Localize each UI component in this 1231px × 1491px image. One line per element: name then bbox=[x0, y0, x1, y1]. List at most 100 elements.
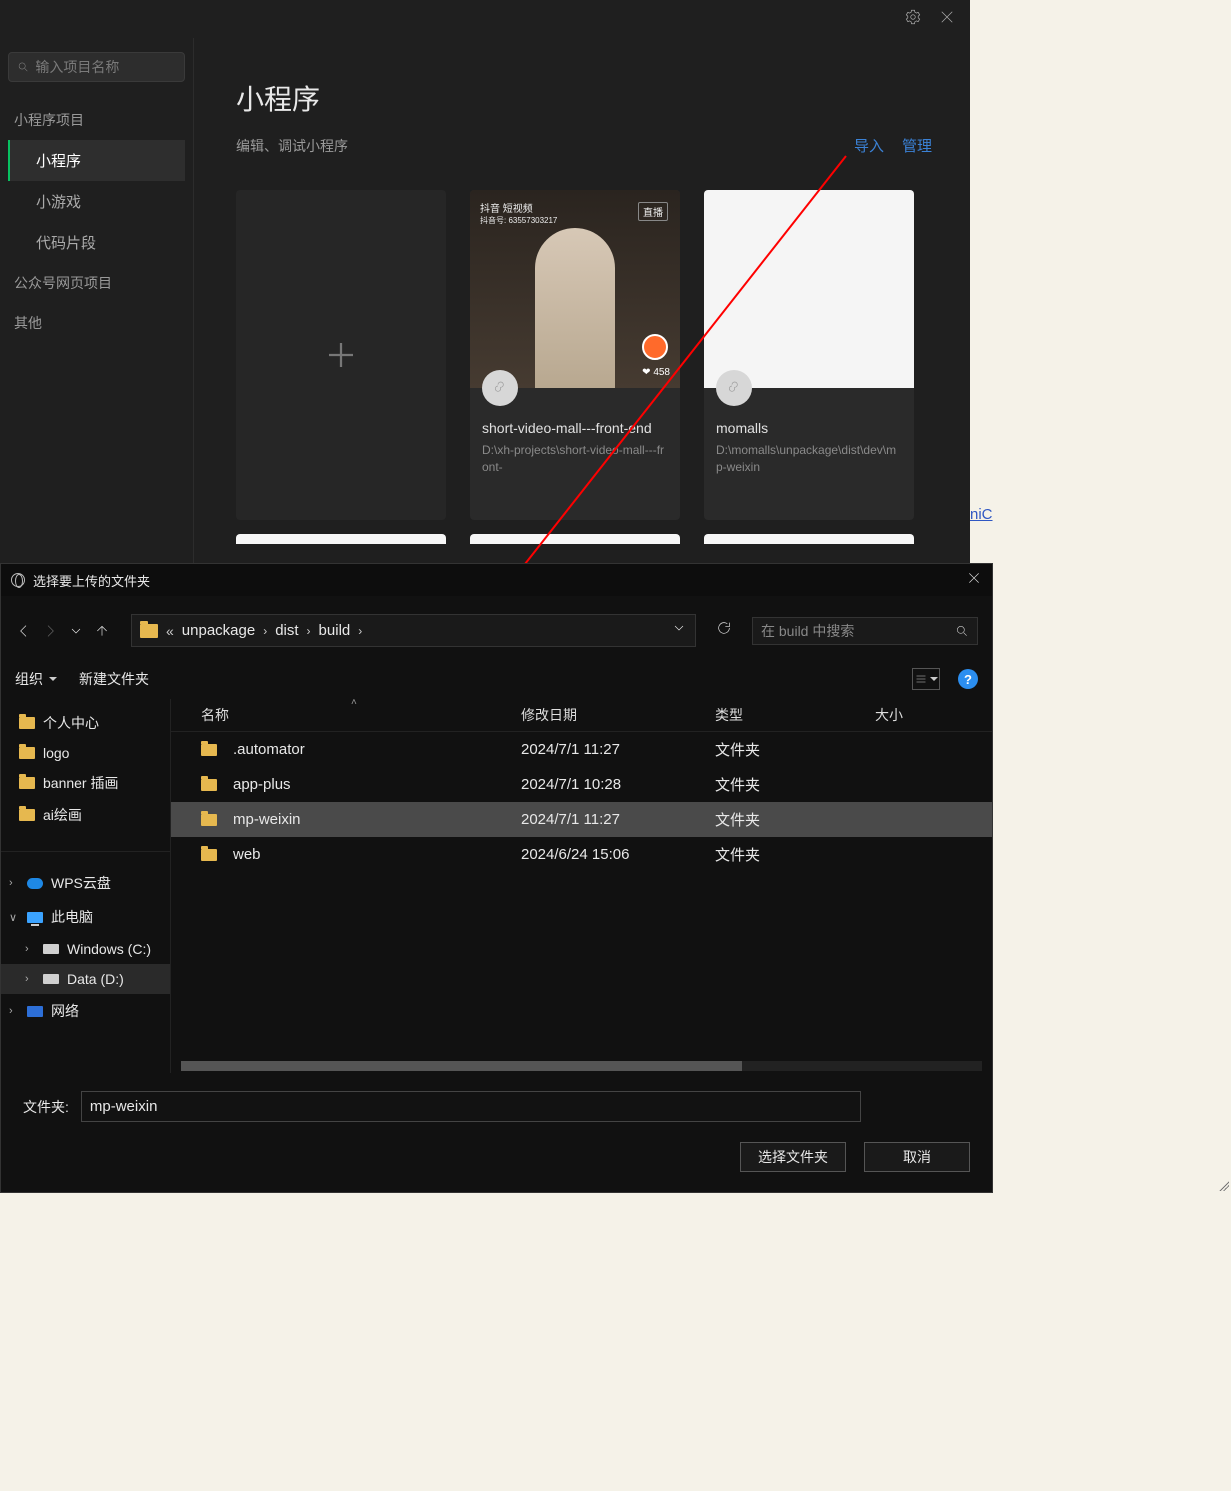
project-search[interactable] bbox=[8, 52, 185, 82]
quick-access-list: 个人中心 logo banner 插画 ai绘画 bbox=[1, 699, 170, 851]
drive-item-thispc[interactable]: ∨此电脑 bbox=[1, 900, 170, 934]
main-title: 小程序 bbox=[236, 78, 348, 118]
dialog-toolbar: 组织 新建文件夹 ? bbox=[1, 663, 992, 699]
project-name: momalls bbox=[716, 420, 902, 436]
col-header-name[interactable]: 名称 bbox=[171, 705, 521, 725]
col-header-date[interactable]: 修改日期 bbox=[521, 705, 715, 725]
select-folder-button[interactable]: 选择文件夹 bbox=[740, 1142, 846, 1172]
main-panel: 小程序 编辑、调试小程序 导入 管理 抖音 短视频 抖音号: 63557303 bbox=[194, 38, 970, 563]
person-figure bbox=[535, 228, 615, 388]
miniapp-avatar-icon bbox=[482, 370, 518, 406]
drives-list: ›WPS云盘 ∨此电脑 ›Windows (C:) ›Data (D:) ›网络 bbox=[1, 851, 170, 1028]
folder-icon bbox=[201, 744, 217, 756]
project-card-short-video[interactable]: 抖音 短视频 抖音号: 63557303217 直播 ❤ 458 short-v… bbox=[470, 190, 680, 520]
main-subtitle: 编辑、调试小程序 bbox=[236, 136, 348, 156]
cloud-icon bbox=[27, 878, 43, 889]
partial-link-text[interactable]: niC bbox=[970, 506, 993, 523]
refresh-icon[interactable] bbox=[704, 615, 744, 646]
breadcrumb-overflow-icon[interactable]: « bbox=[166, 623, 174, 639]
cancel-button[interactable]: 取消 bbox=[864, 1142, 970, 1172]
link-import[interactable]: 导入 bbox=[854, 135, 884, 156]
nav-up-icon[interactable] bbox=[93, 623, 111, 639]
folder-icon bbox=[201, 779, 217, 791]
quick-item[interactable]: banner 插画 bbox=[19, 767, 170, 799]
douyin-brand: 抖音 短视频 bbox=[480, 204, 533, 215]
nav-item-minigame[interactable]: 小游戏 bbox=[8, 181, 185, 222]
quick-item[interactable]: logo bbox=[19, 739, 170, 767]
network-icon bbox=[27, 1006, 43, 1017]
breadcrumb-bar[interactable]: « unpackage › dist › build › bbox=[131, 614, 696, 647]
folder-icon bbox=[201, 814, 217, 826]
resize-grip-icon[interactable] bbox=[1217, 1179, 1229, 1191]
close-icon[interactable] bbox=[938, 8, 956, 31]
scrollbar-thumb[interactable] bbox=[181, 1061, 742, 1071]
project-search-input[interactable] bbox=[35, 59, 176, 75]
live-badge: 直播 bbox=[638, 202, 668, 221]
nav-item-miniapp[interactable]: 小程序 bbox=[8, 140, 185, 181]
add-project-card[interactable] bbox=[236, 190, 446, 520]
col-header-type[interactable]: 类型 bbox=[715, 705, 875, 725]
link-manage[interactable]: 管理 bbox=[902, 135, 932, 156]
disk-icon bbox=[43, 944, 59, 954]
breadcrumb-item[interactable]: build bbox=[319, 622, 351, 639]
nav-item-snippet[interactable]: 代码片段 bbox=[8, 222, 185, 263]
folder-name-input[interactable] bbox=[81, 1091, 861, 1122]
chevron-right-icon: › bbox=[263, 624, 267, 638]
folder-icon bbox=[19, 777, 35, 789]
file-row-selected[interactable]: mp-weixin 2024/7/1 11:27 文件夹 bbox=[171, 802, 992, 837]
folder-icon bbox=[19, 717, 35, 729]
nav-forward-icon[interactable] bbox=[41, 623, 59, 639]
sidebar: 小程序项目 小程序 小游戏 代码片段 公众号网页项目 其他 bbox=[0, 38, 194, 563]
quick-item[interactable]: ai绘画 bbox=[19, 799, 170, 831]
nav-back-icon[interactable] bbox=[15, 623, 33, 639]
project-path: D:\xh-projects\short-video-mall---front- bbox=[482, 442, 668, 476]
folder-field-label: 文件夹: bbox=[23, 1097, 69, 1117]
like-count: ❤ 458 bbox=[642, 367, 670, 378]
help-icon[interactable]: ? bbox=[958, 669, 978, 689]
dialog-search[interactable] bbox=[752, 617, 978, 645]
drive-item-c[interactable]: ›Windows (C:) bbox=[1, 934, 170, 964]
drive-item-network[interactable]: ›网络 bbox=[1, 994, 170, 1028]
miniapp-avatar-icon bbox=[716, 370, 752, 406]
organize-menu[interactable]: 组织 bbox=[15, 669, 57, 689]
file-row[interactable]: web 2024/6/24 15:06 文件夹 bbox=[171, 837, 992, 872]
nav-history-icon[interactable] bbox=[67, 623, 85, 639]
breadcrumb-item[interactable]: dist bbox=[275, 622, 298, 639]
douyin-id: 抖音号: 63557303217 bbox=[480, 216, 557, 225]
settings-icon[interactable] bbox=[904, 8, 922, 31]
dialog-footer: 文件夹: 选择文件夹 取消 bbox=[1, 1073, 992, 1192]
chevron-right-icon: › bbox=[358, 624, 362, 638]
app-icon bbox=[11, 573, 25, 587]
horizontal-scrollbar[interactable] bbox=[181, 1061, 982, 1071]
dialog-close-icon[interactable] bbox=[966, 570, 982, 591]
nav-group-other: 其他 bbox=[8, 303, 185, 343]
file-row[interactable]: .automator 2024/7/1 11:27 文件夹 bbox=[171, 732, 992, 767]
drive-item-d[interactable]: ›Data (D:) bbox=[1, 964, 170, 994]
breadcrumb-dropdown-icon[interactable] bbox=[671, 620, 687, 641]
chevron-right-icon: › bbox=[307, 624, 311, 638]
view-mode-button[interactable] bbox=[912, 668, 940, 690]
pc-icon bbox=[27, 912, 43, 923]
quick-item[interactable]: 个人中心 bbox=[19, 707, 170, 739]
background-right bbox=[970, 0, 1231, 1491]
folder-icon bbox=[201, 849, 217, 861]
breadcrumb-item[interactable]: unpackage bbox=[182, 622, 255, 639]
drive-item-wps[interactable]: ›WPS云盘 bbox=[1, 866, 170, 900]
dialog-search-input[interactable] bbox=[761, 623, 931, 639]
file-row[interactable]: app-plus 2024/7/1 10:28 文件夹 bbox=[171, 767, 992, 802]
tree-panel: 个人中心 logo banner 插画 ai绘画 ›WPS云盘 ∨此电脑 ›Wi… bbox=[1, 699, 171, 1073]
sort-indicator-icon: ˄ bbox=[351, 699, 357, 708]
project-path: D:\momalls\unpackage\dist\dev\mp-weixin bbox=[716, 442, 902, 476]
project-card-momalls[interactable]: momalls D:\momalls\unpackage\dist\dev\mp… bbox=[704, 190, 914, 520]
disk-icon bbox=[43, 974, 59, 984]
dialog-titlebar: 选择要上传的文件夹 bbox=[1, 564, 992, 596]
folder-icon bbox=[140, 624, 158, 638]
column-headers[interactable]: ˄ 名称 修改日期 类型 大小 bbox=[171, 699, 992, 732]
nav-group-miniapp: 小程序项目 bbox=[8, 100, 185, 140]
card-toolbar-row bbox=[236, 534, 932, 544]
folder-picker-dialog: 选择要上传的文件夹 « unpackage › dist › build › bbox=[0, 563, 993, 1193]
wechat-devtools-window: 小程序项目 小程序 小游戏 代码片段 公众号网页项目 其他 小程序 编辑、调试小… bbox=[0, 0, 970, 563]
nav-group-oa: 公众号网页项目 bbox=[8, 263, 185, 303]
col-header-size[interactable]: 大小 bbox=[875, 705, 992, 725]
new-folder-button[interactable]: 新建文件夹 bbox=[79, 669, 149, 689]
